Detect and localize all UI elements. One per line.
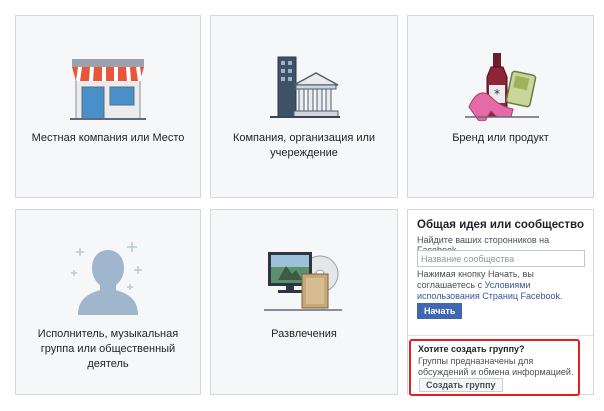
person-stars-icon [71, 242, 142, 315]
group-title: Хотите создать группу? [418, 344, 525, 354]
category-company[interactable]: Компания, организация или учереждение [210, 15, 398, 198]
category-entertainment[interactable]: Развлечения [210, 209, 398, 395]
category-label: Местная компания или Место [31, 132, 185, 144]
create-group-button[interactable]: Создать группу [419, 378, 503, 392]
category-label: Бренд или продукт [452, 132, 549, 144]
brand-products-icon: * [464, 53, 539, 121]
create-group-box: Хотите создать группу? Группы предназнач… [409, 339, 580, 396]
svg-text:*: * [494, 87, 500, 101]
start-button[interactable]: Начать [417, 303, 463, 319]
category-label: Развлечения [271, 328, 337, 340]
community-title: Общая идея или сообщество [417, 219, 584, 231]
group-description: Группы предназначены для обсуждений и об… [418, 356, 574, 377]
community-name-input[interactable] [417, 250, 585, 267]
category-public-figure[interactable]: Исполнитель, музыкальная группа или обще… [15, 209, 201, 395]
buildings-icon [270, 56, 340, 118]
storefront-icon [70, 59, 146, 120]
category-label: Исполнитель, музыкальная группа или обще… [37, 328, 179, 370]
terms-text: Нажимая кнопку Начать, вы соглашаетесь с… [417, 269, 589, 302]
category-local-business[interactable]: Местная компания или Место [15, 15, 201, 198]
entertainment-icon [264, 252, 342, 311]
category-label: Компания, организация или учереждение [232, 132, 376, 159]
divider [408, 335, 593, 336]
category-brand[interactable]: * Бренд или продукт [407, 15, 594, 198]
